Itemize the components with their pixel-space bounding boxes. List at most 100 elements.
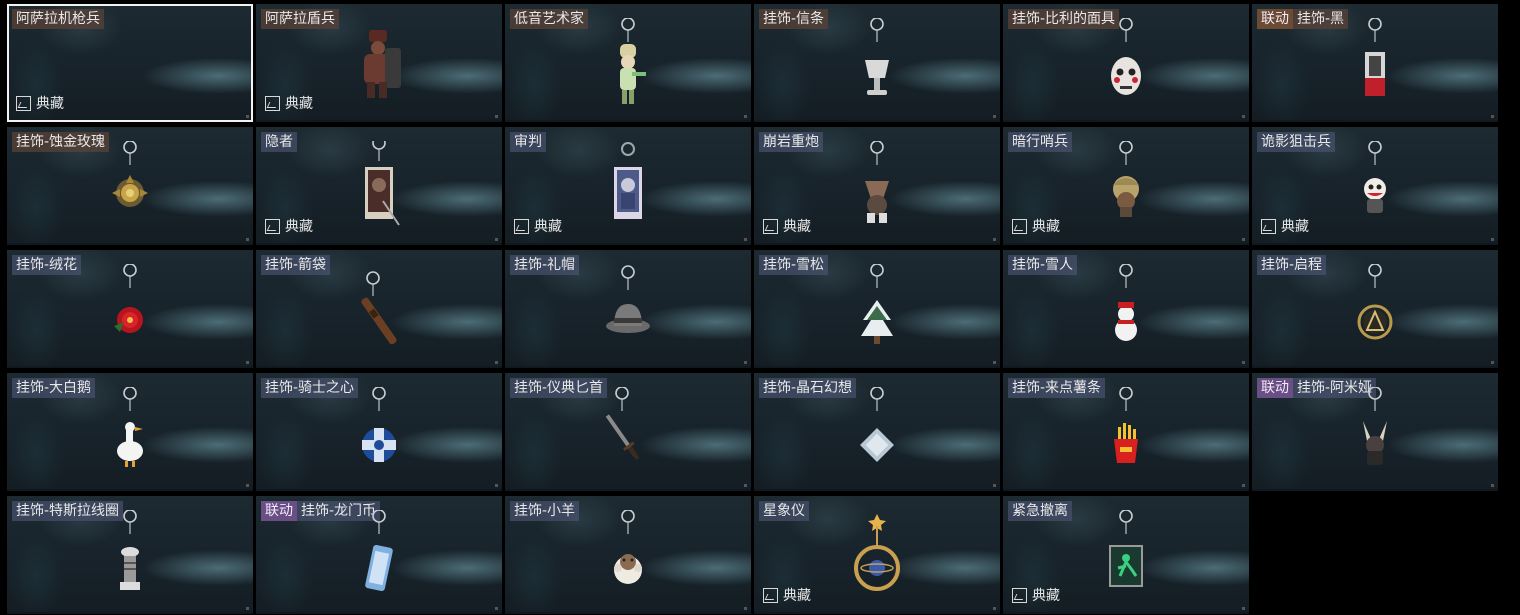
card-tags: 阿萨拉机枪兵	[12, 9, 104, 29]
collection-badge: 典藏	[763, 216, 811, 236]
item-card[interactable]: 挂饰-特斯拉线圈	[7, 496, 253, 614]
card-tags: 联动 挂饰-黑	[1257, 9, 1349, 29]
collection-icon	[265, 218, 280, 234]
charm-dagger-icon	[598, 386, 658, 487]
collection-label: 典藏	[1281, 219, 1309, 235]
item-name: 挂饰-礼帽	[510, 255, 580, 275]
card-tags: 挂饰-骑士之心	[261, 378, 359, 398]
item-card[interactable]: 诡影狙击兵 典藏	[1252, 127, 1498, 245]
card-tags: 挂饰-来点薯条	[1008, 378, 1106, 398]
item-card[interactable]: 挂饰-小羊	[505, 496, 751, 614]
item-name: 挂饰-信条	[759, 9, 829, 29]
item-card[interactable]: 崩岩重炮典藏	[754, 127, 1000, 245]
charm-astrolabe-icon	[847, 510, 907, 610]
card-tags: 隐者	[261, 132, 297, 152]
item-card[interactable]: 隐者典藏	[256, 127, 502, 245]
item-card[interactable]: 暗行哨兵典藏	[1003, 127, 1249, 245]
item-name: 挂饰-骑士之心	[261, 378, 359, 398]
item-name: 挂饰-小羊	[510, 501, 580, 521]
card-judgement-icon	[598, 141, 658, 241]
collection-label: 典藏	[1032, 588, 1060, 604]
collection-icon	[1012, 587, 1027, 603]
item-card[interactable]: 挂饰-骑士之心	[256, 373, 502, 491]
item-card[interactable]: 联动 挂饰-龙门币	[256, 496, 502, 614]
collection-badge: 典藏	[763, 585, 811, 605]
collection-badge: 典藏	[514, 216, 562, 236]
collection-label: 典藏	[783, 588, 811, 604]
card-tags: 挂饰-礼帽	[510, 255, 580, 275]
item-card[interactable]: 星象仪典藏	[754, 496, 1000, 614]
item-name: 挂饰-来点薯条	[1008, 378, 1106, 398]
card-tags: 挂饰-大白鹅	[12, 378, 96, 398]
card-tags: 低音艺术家	[510, 9, 588, 29]
card-tags: 挂饰-蚀金玫瑰	[12, 132, 110, 152]
item-card[interactable]: 挂饰-仪典匕首	[505, 373, 751, 491]
item-card[interactable]: 挂饰-大白鹅	[7, 373, 253, 491]
item-card[interactable]: 挂饰-雪松	[754, 250, 1000, 368]
item-card[interactable]: 审判典藏	[505, 127, 751, 245]
item-name: 挂饰-绒花	[12, 255, 82, 275]
charm-card-black-icon	[1345, 17, 1405, 118]
item-card[interactable]: 联动 挂饰-黑	[1252, 4, 1498, 122]
card-tags: 诡影狙击兵	[1257, 132, 1335, 152]
item-card[interactable]: 挂饰-礼帽	[505, 250, 751, 368]
figure-sniper-icon	[1345, 140, 1405, 241]
collection-label: 典藏	[36, 96, 64, 112]
charm-blue-cross-icon	[349, 386, 409, 487]
card-tags: 星象仪	[759, 501, 809, 521]
item-name: 挂饰-启程	[1257, 255, 1327, 275]
card-tags: 挂饰-绒花	[12, 255, 82, 275]
collection-icon	[514, 218, 529, 234]
item-name: 挂饰-晶石幻想	[759, 378, 857, 398]
collection-icon	[1012, 218, 1027, 234]
item-name: 诡影狙击兵	[1257, 132, 1335, 152]
charm-fries-icon	[1096, 386, 1156, 487]
item-card[interactable]: 低音艺术家	[505, 4, 751, 122]
item-card[interactable]: 挂饰-雪人	[1003, 250, 1249, 368]
item-card[interactable]: 联动 挂饰-阿米娅	[1252, 373, 1498, 491]
item-name: 挂饰-蚀金玫瑰	[12, 132, 110, 152]
item-card[interactable]: 阿萨拉盾兵 典藏	[256, 4, 502, 122]
collection-badge: 典藏	[1261, 216, 1309, 236]
card-tags: 阿萨拉盾兵	[261, 9, 339, 29]
item-name: 紧急撤离	[1008, 501, 1072, 521]
charm-sheep-icon	[598, 509, 658, 610]
collab-badge: 联动	[1257, 9, 1293, 29]
card-hermit-icon	[349, 136, 409, 241]
item-name: 阿萨拉机枪兵	[12, 9, 104, 29]
card-tags: 暗行哨兵	[1008, 132, 1072, 152]
item-name: 挂饰-雪松	[759, 255, 829, 275]
collection-label: 典藏	[1032, 219, 1060, 235]
collab-badge: 联动	[261, 501, 297, 521]
item-card[interactable]: 挂饰-箭袋	[256, 250, 502, 368]
charm-red-flower-icon	[100, 263, 160, 364]
charm-cup-icon	[847, 17, 907, 118]
charm-amiya-icon	[1345, 386, 1405, 487]
item-card[interactable]: 阿萨拉机枪兵典藏	[7, 4, 253, 122]
item-card[interactable]: 紧急撤离典藏	[1003, 496, 1249, 614]
collection-badge: 典藏	[1012, 216, 1060, 236]
item-name: 崩岩重炮	[759, 132, 823, 152]
item-card[interactable]: 挂饰-信条	[754, 4, 1000, 122]
card-tags: 挂饰-雪松	[759, 255, 829, 275]
item-card[interactable]: 挂饰-晶石幻想	[754, 373, 1000, 491]
card-tags: 挂饰-晶石幻想	[759, 378, 857, 398]
item-card[interactable]: 挂饰-绒花	[7, 250, 253, 368]
item-name: 暗行哨兵	[1008, 132, 1072, 152]
item-card[interactable]: 挂饰-来点薯条	[1003, 373, 1249, 491]
card-tags: 挂饰-仪典匕首	[510, 378, 608, 398]
item-card[interactable]: 挂饰-启程	[1252, 250, 1498, 368]
collection-label: 典藏	[285, 219, 313, 235]
card-tags: 挂饰-信条	[759, 9, 829, 29]
item-name: 挂饰-大白鹅	[12, 378, 96, 398]
figure-artist-icon	[598, 17, 658, 118]
charm-goose-icon	[100, 386, 160, 487]
item-card[interactable]: 挂饰-蚀金玫瑰	[7, 127, 253, 245]
item-name: 审判	[510, 132, 546, 152]
charm-mask-icon	[1096, 17, 1156, 118]
collection-icon	[763, 218, 778, 234]
card-tags: 紧急撤离	[1008, 501, 1072, 521]
charm-coin-tag-icon	[349, 509, 409, 610]
item-card[interactable]: 挂饰-比利的面具	[1003, 4, 1249, 122]
figure-cannon-icon	[847, 140, 907, 241]
